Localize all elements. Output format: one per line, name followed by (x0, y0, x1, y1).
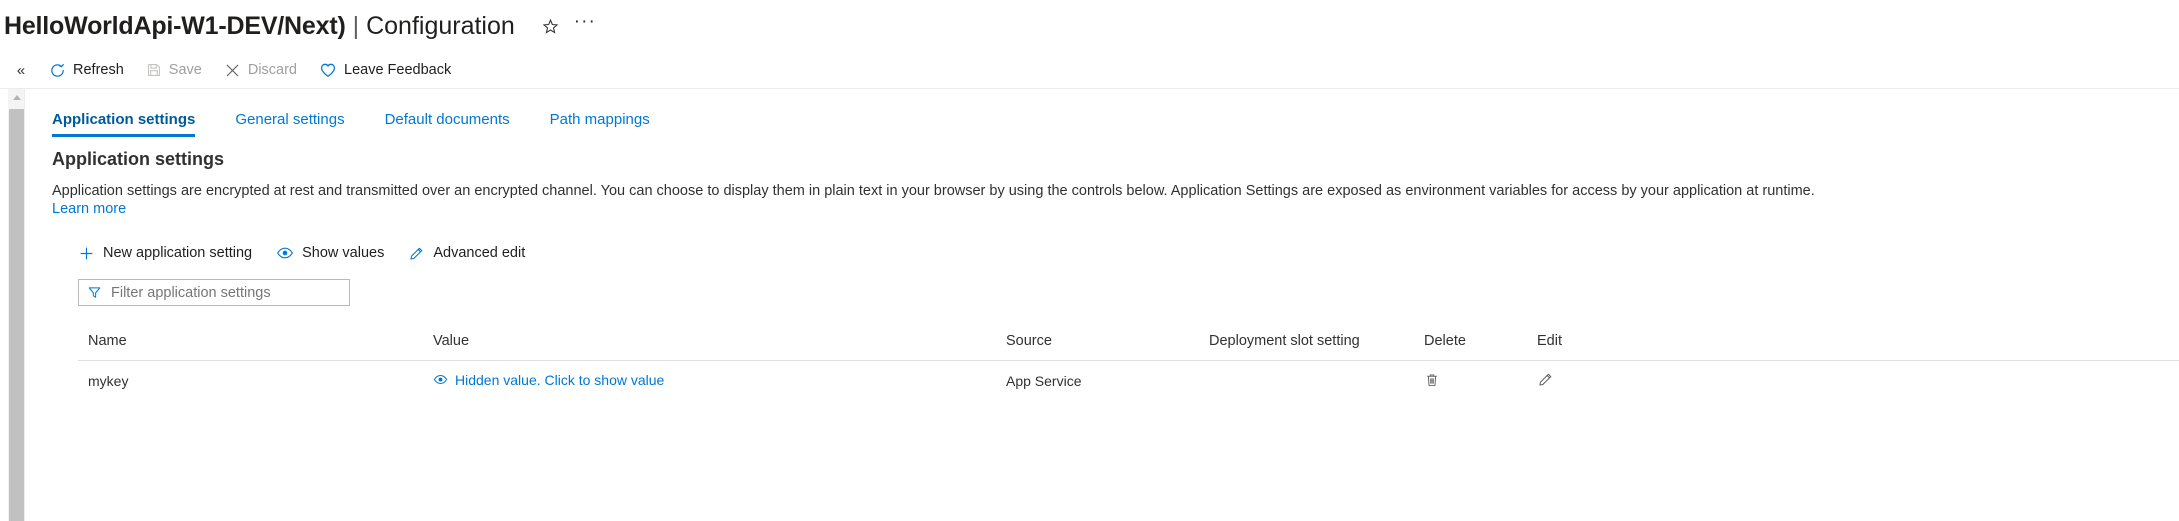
pencil-icon[interactable] (1537, 371, 1554, 388)
tab-label: Default documents (384, 111, 510, 128)
tab-label: General settings (235, 111, 345, 128)
tab-default-documents[interactable]: Default documents (365, 111, 530, 137)
cell-delete (1424, 372, 1537, 391)
filter-input-placeholder: Filter application settings (111, 284, 271, 301)
vertical-scrollbar[interactable] (8, 89, 25, 521)
settings-command-bar: New application setting Show values Adva… (66, 237, 537, 269)
title-separator: | (352, 11, 360, 40)
column-header-delete: Delete (1424, 332, 1466, 349)
eye-icon (433, 372, 448, 387)
learn-more-link[interactable]: Learn more (52, 201, 126, 217)
discard-button[interactable]: Discard (213, 54, 308, 86)
page-subtitle: Configuration (366, 11, 515, 40)
show-values-label: Show values (302, 245, 385, 261)
leave-feedback-label: Leave Feedback (344, 62, 452, 78)
filter-input[interactable]: Filter application settings (78, 279, 350, 306)
section-description: Application settings are encrypted at re… (52, 183, 1815, 199)
tab-path-mappings[interactable]: Path mappings (530, 111, 670, 137)
refresh-icon (49, 62, 66, 79)
column-header-deployment-slot-setting: Deployment slot setting (1209, 332, 1360, 349)
filter-icon (87, 285, 102, 300)
heart-icon (319, 61, 337, 79)
column-header-edit: Edit (1537, 332, 1562, 349)
leave-feedback-button[interactable]: Leave Feedback (308, 54, 462, 86)
show-value-link[interactable]: Hidden value. Click to show value (433, 372, 664, 388)
refresh-label: Refresh (73, 62, 124, 78)
table-header-row: Name Value Source Deployment slot settin… (78, 321, 2179, 361)
pencil-icon (408, 245, 425, 262)
save-label: Save (168, 62, 202, 78)
tab-label: Application settings (52, 111, 196, 128)
column-header-value: Value (433, 332, 470, 349)
cell-source: App Service (1006, 373, 1082, 389)
column-header-source: Source (1006, 332, 1052, 349)
application-settings-table: Name Value Source Deployment slot settin… (78, 321, 2179, 401)
table-row[interactable]: mykey Hidden value. Click to show value … (78, 361, 2179, 401)
content-area: Application settings General settings De… (26, 89, 2179, 521)
ellipsis-icon[interactable]: ··· (573, 11, 597, 38)
show-value-link-label: Hidden value. Click to show value (455, 371, 665, 388)
page-title: HelloWorldApi-W1-DEV/Next) (4, 11, 346, 40)
command-toolbar: « Refresh Save Discard Leave Feedback (0, 52, 2179, 89)
collapse-panel-button[interactable]: « (4, 62, 38, 79)
refresh-button[interactable]: Refresh (38, 54, 135, 86)
tab-general-settings[interactable]: General settings (215, 111, 364, 137)
scroll-up-button[interactable] (8, 89, 25, 106)
eye-icon (276, 244, 294, 262)
discard-icon (224, 62, 241, 79)
tab-bar: Application settings General settings De… (52, 111, 670, 137)
save-button[interactable]: Save (135, 54, 213, 86)
trash-icon[interactable] (1424, 372, 1440, 388)
scrollbar-thumb[interactable] (9, 109, 24, 521)
column-header-name: Name (88, 332, 127, 349)
cell-name: mykey (88, 373, 129, 389)
cell-value: Hidden value. Click to show value (433, 372, 1006, 391)
cell-edit (1537, 371, 1597, 391)
star-icon[interactable] (539, 14, 563, 38)
discard-label: Discard (247, 62, 297, 78)
section-heading: Application settings (52, 149, 225, 169)
save-icon (146, 62, 162, 78)
advanced-edit-label: Advanced edit (433, 245, 526, 261)
show-values-button[interactable]: Show values (264, 237, 396, 269)
page-header: HelloWorldApi-W1-DEV/Next) | Configurati… (0, 0, 2179, 52)
new-application-setting-label: New application setting (103, 245, 253, 261)
new-application-setting-button[interactable]: New application setting (66, 237, 264, 269)
tab-label: Path mappings (549, 111, 650, 128)
plus-icon (78, 245, 95, 262)
tab-application-settings[interactable]: Application settings (52, 111, 215, 137)
advanced-edit-button[interactable]: Advanced edit (396, 237, 537, 269)
